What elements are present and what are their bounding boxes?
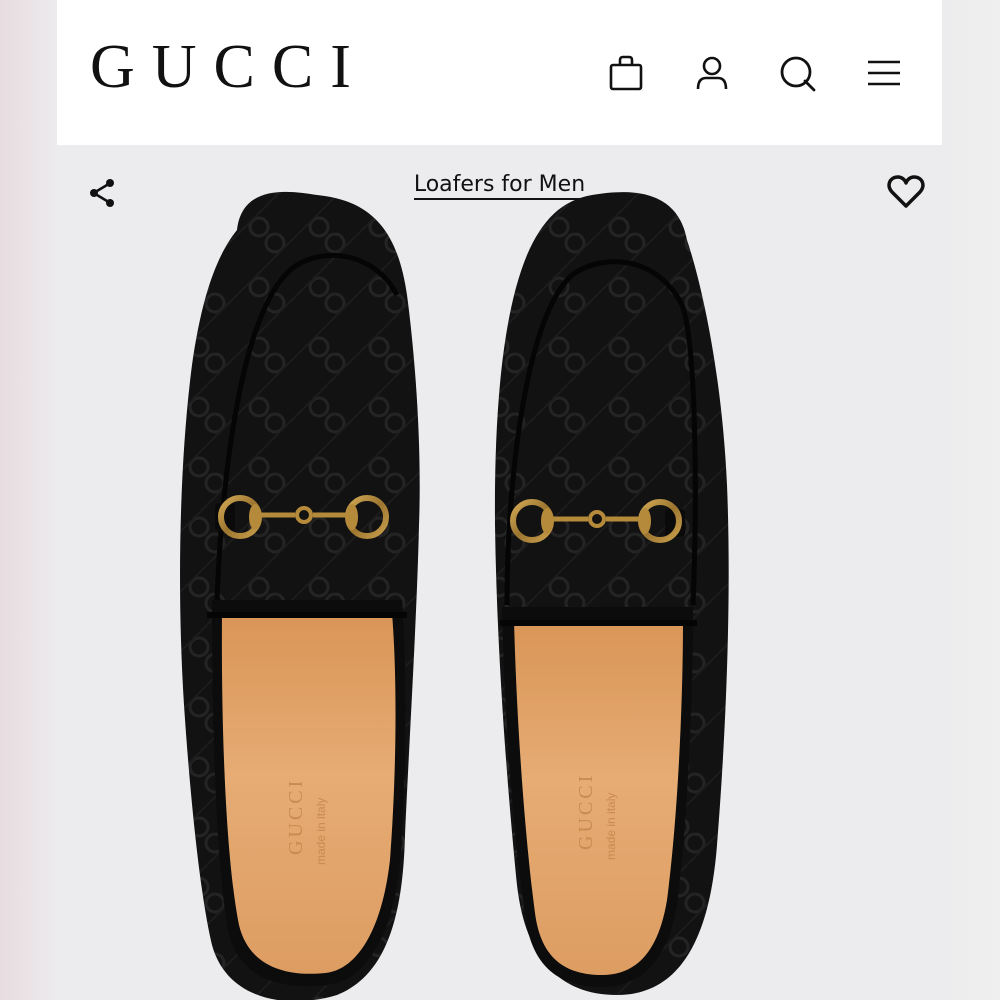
search-icon[interactable] <box>775 50 821 96</box>
menu-icon[interactable] <box>861 50 907 96</box>
right-insole-origin-text: made in italy <box>604 793 618 860</box>
category-title: Loafers for Men <box>57 172 942 200</box>
product-image: GUCCI made in italy GUCCI made in italy <box>180 191 729 1000</box>
page-background: GUCCI GUCCI made in italy GUCCI made in … <box>0 0 1000 1000</box>
left-insole-origin-text: made in italy <box>314 798 328 865</box>
left-insole-brand-text: GUCCI <box>285 778 307 855</box>
left-loafer: GUCCI made in italy <box>180 191 420 1000</box>
category-link[interactable]: Loafers for Men <box>413 172 586 200</box>
right-insole-brand-text: GUCCI <box>575 773 597 850</box>
shopping-bag-icon[interactable] <box>603 50 649 96</box>
app-screen: GUCCI GUCCI made in italy GUCCI made in … <box>57 0 942 1000</box>
user-icon[interactable] <box>689 50 735 96</box>
site-header: GUCCI <box>57 0 942 145</box>
right-loafer: GUCCI made in italy <box>494 192 729 995</box>
brand-logo[interactable]: GUCCI <box>90 36 368 98</box>
